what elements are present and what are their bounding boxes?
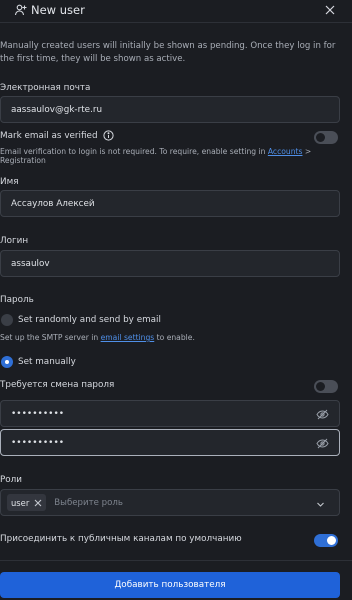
login-value: assaulov <box>11 258 50 269</box>
remove-chip-icon[interactable] <box>34 499 42 507</box>
roles-select[interactable]: user Выберите роль <box>0 489 340 516</box>
login-label: Логин <box>0 236 29 246</box>
close-button[interactable] <box>322 2 338 18</box>
password-field[interactable]: •••••••••• <box>0 400 340 427</box>
toggle-knob <box>316 133 325 142</box>
email-settings-link[interactable]: email settings <box>101 333 155 342</box>
email-value: aassaulov@gk-rte.ru <box>11 104 103 115</box>
password-manual-radio[interactable] <box>1 356 13 368</box>
verified-label: Mark email as verified <box>0 130 98 141</box>
password-value: •••••••••• <box>11 408 65 419</box>
verification-hint: Email verification to login is not requi… <box>0 147 352 165</box>
role-chip: user <box>7 494 47 511</box>
accounts-link[interactable]: Accounts <box>268 147 303 156</box>
dialog-title: New user <box>14 3 85 17</box>
intro-text: Manually created users will initially be… <box>0 41 336 64</box>
confirm-password-field[interactable]: •••••••••• <box>0 429 340 456</box>
chevron-down-icon <box>316 500 325 509</box>
change-required-toggle[interactable] <box>314 380 338 393</box>
info-icon[interactable] <box>102 130 114 141</box>
roles-placeholder: Выберите роль <box>54 497 123 508</box>
verified-toggle[interactable] <box>314 131 338 144</box>
add-user-button[interactable]: Добавить пользователя <box>0 572 340 598</box>
password-random-radio[interactable] <box>1 314 13 326</box>
name-label: Имя <box>0 177 19 187</box>
smtp-hint-text: Set up the SMTP server in <box>0 333 101 342</box>
verification-hint-text: Email verification to login is not requi… <box>0 147 268 156</box>
login-field[interactable]: assaulov <box>0 250 340 277</box>
dialog-title-text: New user <box>31 3 85 17</box>
eye-off-icon[interactable] <box>316 437 329 450</box>
eye-off-icon[interactable] <box>316 408 329 421</box>
header-divider <box>0 22 352 23</box>
name-field[interactable]: Ассаулов Алексей <box>0 190 340 217</box>
role-chip-label: user <box>11 497 30 508</box>
password-manual-label[interactable]: Set manually <box>18 357 76 367</box>
password-random-label[interactable]: Set randomly and send by email <box>18 315 161 325</box>
roles-label: Роли <box>0 475 23 485</box>
password-label: Пароль <box>0 295 34 305</box>
join-channels-label: Присоединить к публичным каналам по умол… <box>0 534 242 544</box>
footer-divider <box>0 560 352 561</box>
verified-row: Mark email as verified <box>0 130 114 141</box>
email-label: Электронная почта <box>0 83 91 93</box>
toggle-knob <box>327 536 336 545</box>
smtp-hint-suffix: to enable. <box>154 333 195 342</box>
email-field[interactable]: aassaulov@gk-rte.ru <box>0 96 340 123</box>
close-icon <box>325 5 335 15</box>
join-channels-toggle[interactable] <box>314 534 338 547</box>
add-user-icon <box>14 3 28 17</box>
confirm-password-value: •••••••••• <box>11 437 65 448</box>
smtp-hint: Set up the SMTP server in email settings… <box>0 333 195 342</box>
toggle-knob <box>316 382 325 391</box>
change-required-label: Требуется смена пароля <box>0 380 115 390</box>
name-value: Ассаулов Алексей <box>11 198 95 209</box>
